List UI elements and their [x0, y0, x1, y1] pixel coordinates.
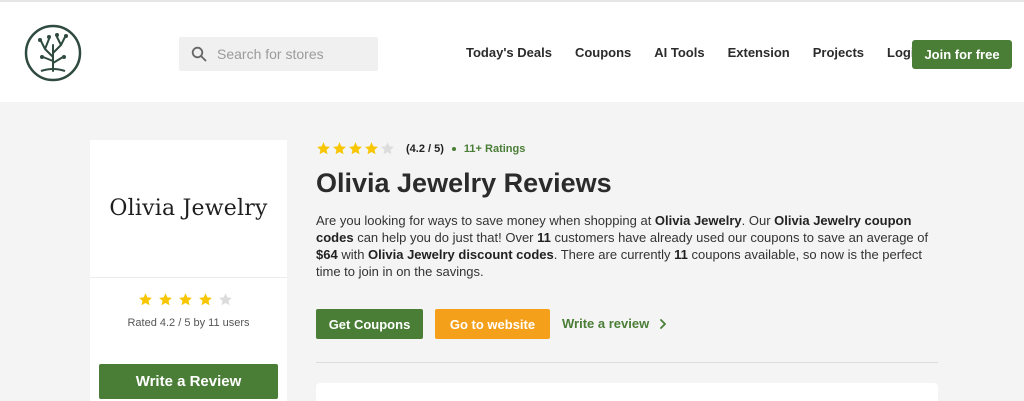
- star-filled-icon: [139, 293, 152, 306]
- search-input[interactable]: [217, 46, 367, 62]
- separator-dot: [451, 146, 456, 151]
- main-nav: Today's Deals Coupons AI Tools Extension…: [466, 45, 922, 60]
- nav-todays-deals[interactable]: Today's Deals: [466, 45, 552, 60]
- star-filled-icon: [333, 142, 346, 155]
- header-star-rating: [316, 141, 395, 156]
- star-filled-icon: [199, 293, 212, 306]
- rating-row: (4.2 / 5) 11+ Ratings: [316, 141, 525, 156]
- store-description: Are you looking for ways to save money w…: [316, 213, 929, 279]
- lower-content-card: [316, 383, 938, 401]
- star-empty-icon: [381, 142, 394, 155]
- go-to-website-button[interactable]: Go to website: [435, 309, 550, 339]
- ratings-count: 11+ Ratings: [463, 142, 526, 155]
- star-filled-icon: [317, 142, 330, 155]
- section-divider: [316, 362, 938, 363]
- rated-summary: Rated 4.2 / 5 by 11 users: [127, 317, 250, 329]
- store-brand-logo: Olivia Jewelry: [109, 196, 268, 221]
- write-a-review-button[interactable]: Write a Review: [99, 364, 278, 399]
- star-filled-icon: [349, 142, 362, 155]
- search-icon: [191, 46, 207, 62]
- nav-extension[interactable]: Extension: [728, 45, 790, 60]
- write-a-review-label: Write a review: [562, 316, 650, 331]
- sidebar-star-rating: [138, 292, 233, 307]
- star-filled-icon: [365, 142, 378, 155]
- rating-value: (4.2 / 5): [406, 142, 444, 155]
- nav-coupons[interactable]: Coupons: [575, 45, 631, 60]
- search-bar[interactable]: [179, 37, 378, 71]
- nav-projects[interactable]: Projects: [813, 45, 864, 60]
- join-for-free-button[interactable]: Join for free: [912, 40, 1012, 69]
- divider: [90, 277, 287, 278]
- star-filled-icon: [179, 293, 192, 306]
- nav-ai-tools[interactable]: AI Tools: [654, 45, 704, 60]
- star-filled-icon: [159, 293, 172, 306]
- get-coupons-button[interactable]: Get Coupons: [316, 309, 423, 339]
- star-empty-icon: [219, 293, 232, 306]
- tree-logo-icon[interactable]: [23, 23, 83, 83]
- site-header: Today's Deals Coupons AI Tools Extension…: [0, 2, 1024, 102]
- write-a-review-link[interactable]: Write a review: [562, 316, 667, 331]
- page-title: Olivia Jewelry Reviews: [316, 168, 612, 198]
- chevron-right-icon: [660, 318, 667, 329]
